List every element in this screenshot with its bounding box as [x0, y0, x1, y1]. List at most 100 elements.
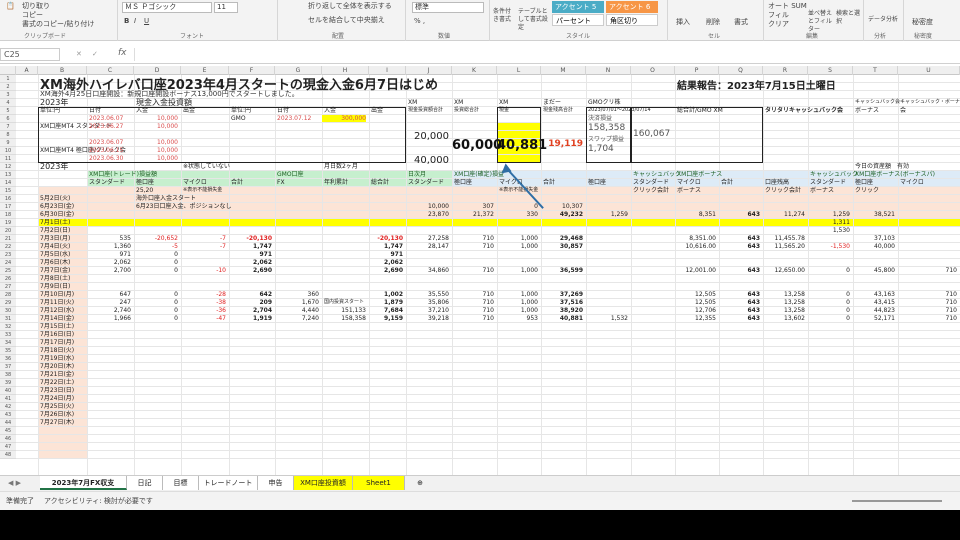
sheet-tab[interactable]: 2023年7月FX収支 [40, 476, 127, 490]
data-analysis-button[interactable]: データ分析 [868, 16, 898, 24]
row-header[interactable]: 28 [0, 291, 16, 299]
style-accent6[interactable]: アクセント 6 [606, 1, 658, 13]
row-header[interactable]: 21 [0, 235, 16, 243]
row-header[interactable]: 30 [0, 307, 16, 315]
row-header[interactable]: 48 [0, 451, 16, 459]
row-header[interactable]: 36 [0, 355, 16, 363]
column-header[interactable]: Q [719, 66, 763, 75]
row-header[interactable]: 3 [0, 91, 16, 99]
sheet-tab[interactable]: 申告 [258, 476, 294, 490]
row-header[interactable]: 19 [0, 219, 16, 227]
row-header[interactable]: 11 [0, 155, 16, 163]
conditional-format-button[interactable]: 条件付き書式 [493, 8, 515, 24]
tab-prev-icon[interactable]: ◀ ▶ [8, 479, 21, 487]
number-format-box[interactable]: 標準 [412, 2, 484, 13]
find-select-button[interactable]: 検索と選択 [836, 10, 862, 26]
row-header[interactable]: 1 [0, 75, 16, 83]
column-header[interactable]: K [452, 66, 497, 75]
row-header[interactable]: 27 [0, 283, 16, 291]
row-header[interactable]: 14 [0, 179, 16, 187]
column-header[interactable]: A [16, 66, 38, 75]
column-header[interactable]: D [134, 66, 181, 75]
sensitivity-button[interactable]: 秘密度 [912, 18, 933, 26]
row-header[interactable]: 6 [0, 115, 16, 123]
zoom-slider[interactable] [852, 500, 942, 502]
merge-center-button[interactable]: セルを結合して中央揃え [308, 16, 385, 24]
row-header[interactable]: 40 [0, 387, 16, 395]
row-header[interactable]: 10 [0, 147, 16, 155]
formula-input[interactable] [134, 48, 956, 61]
sheet-tab[interactable]: 目標 [163, 476, 199, 490]
format-painter-button[interactable]: 書式のコピー/貼り付け [22, 20, 94, 28]
row-header[interactable]: 17 [0, 203, 16, 211]
sheet-tab[interactable]: XM口座投資額 [294, 476, 353, 490]
row-header[interactable]: 2 [0, 83, 16, 91]
row-header[interactable]: 9 [0, 139, 16, 147]
row-header[interactable]: 20 [0, 227, 16, 235]
column-header[interactable]: C [87, 66, 134, 75]
accessibility-status[interactable]: アクセシビリティ: 検討が必要です [44, 497, 153, 505]
column-header[interactable]: T [853, 66, 898, 75]
row-header[interactable]: 13 [0, 171, 16, 179]
autosum-button[interactable]: オート SUM [768, 2, 807, 10]
column-header[interactable]: L [497, 66, 541, 75]
style-comma[interactable]: 角区切り [606, 14, 658, 26]
row-header[interactable]: 16 [0, 195, 16, 203]
cancel-icon[interactable]: ✕ [76, 50, 82, 58]
column-header[interactable]: O [631, 66, 675, 75]
name-box[interactable]: C25 [0, 48, 60, 61]
style-percent[interactable]: パーセント [552, 14, 604, 26]
row-header[interactable]: 8 [0, 131, 16, 139]
sheet-tab[interactable]: トレードノート [199, 476, 258, 490]
row-header[interactable]: 41 [0, 395, 16, 403]
row-header[interactable]: 34 [0, 339, 16, 347]
delete-button[interactable]: 削除 [706, 18, 720, 26]
column-header[interactable]: G [275, 66, 322, 75]
row-header[interactable]: 31 [0, 315, 16, 323]
insert-button[interactable]: 挿入 [676, 18, 690, 26]
column-header[interactable]: R [763, 66, 808, 75]
column-header[interactable]: S [808, 66, 853, 75]
column-header[interactable]: U [898, 66, 960, 75]
font-size-box[interactable]: 11 [214, 2, 238, 13]
column-header[interactable]: E [181, 66, 229, 75]
row-header[interactable]: 18 [0, 211, 16, 219]
sheet-tab[interactable]: 日記 [127, 476, 163, 490]
row-header[interactable]: 15 [0, 187, 16, 195]
underline-icon[interactable]: U [144, 17, 149, 25]
row-header[interactable]: 39 [0, 379, 16, 387]
row-header[interactable]: 23 [0, 251, 16, 259]
style-accent5[interactable]: アクセント 5 [552, 1, 604, 13]
row-header[interactable]: 26 [0, 275, 16, 283]
column-header[interactable]: H [322, 66, 369, 75]
row-header[interactable]: 22 [0, 243, 16, 251]
column-header[interactable]: P [675, 66, 719, 75]
enter-icon[interactable]: ✓ [92, 50, 98, 58]
cut-button[interactable]: 切り取り [22, 2, 50, 10]
column-header[interactable]: F [229, 66, 275, 75]
row-header[interactable]: 45 [0, 427, 16, 435]
row-header[interactable]: 47 [0, 443, 16, 451]
column-header[interactable]: M [541, 66, 586, 75]
row-header[interactable]: 12 [0, 163, 16, 171]
bold-icon[interactable]: B [124, 17, 129, 25]
percent-icon[interactable]: % , [414, 17, 425, 25]
row-header[interactable]: 38 [0, 371, 16, 379]
column-header[interactable]: I [369, 66, 406, 75]
wrap-text-button[interactable]: 折り返して全体を表示する [308, 2, 392, 10]
format-button[interactable]: 書式 [734, 18, 748, 26]
row-header[interactable]: 43 [0, 411, 16, 419]
column-header[interactable]: B [38, 66, 87, 75]
select-all-corner[interactable] [0, 66, 16, 75]
row-header[interactable]: 7 [0, 123, 16, 131]
row-header[interactable]: 4 [0, 99, 16, 107]
worksheet-grid[interactable]: 1 2 3 4 5 6 7 8 9 10 11 12 13 14 15 16 17 18 19 20 21 22 23 24 2… [0, 75, 960, 475]
function-icon[interactable]: fx [118, 48, 127, 58]
row-header[interactable]: 33 [0, 331, 16, 339]
row-header[interactable]: 37 [0, 363, 16, 371]
paste-icon[interactable]: 📋 [6, 2, 15, 10]
row-header[interactable]: 25 [0, 267, 16, 275]
clear-button[interactable]: クリア [768, 20, 789, 28]
row-header[interactable]: 29 [0, 299, 16, 307]
row-header[interactable]: 5 [0, 107, 16, 115]
